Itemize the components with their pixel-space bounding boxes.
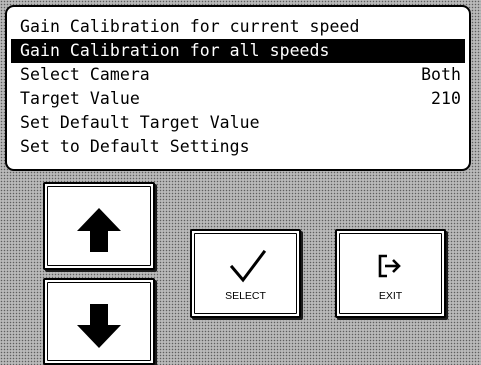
down-button[interactable] [43,278,155,365]
menu-item-label: Set Default Target Value [20,113,260,132]
select-label: SELECT [225,290,266,302]
menu-item-set-default-target[interactable]: Set Default Target Value [11,111,465,135]
menu-item-label: Gain Calibration for all speeds [20,41,330,60]
menu-item-label: Select Camera [20,65,150,84]
exit-label: EXIT [378,290,403,302]
menu-item-target-value[interactable]: Target Value 210 [11,87,465,111]
exit-icon [378,254,401,278]
settings-menu: Gain Calibration for current speed Gain … [11,15,465,159]
menu-item-label: Target Value [20,89,140,108]
up-button[interactable] [43,182,155,270]
exit-button[interactable]: EXIT [335,229,446,318]
arrow-down-icon [77,304,121,348]
menu-item-label: Gain Calibration for current speed [20,17,360,36]
menu-item-default-settings[interactable]: Set to Default Settings [11,135,465,159]
menu-item-value: Both [421,65,461,84]
select-button[interactable]: SELECT [190,229,301,318]
menu-item-label: Set to Default Settings [20,137,250,156]
lcd-screen: Gain Calibration for current speed Gain … [5,5,471,171]
checkmark-icon [229,249,267,283]
arrow-up-icon [77,208,121,252]
menu-item-value: 210 [431,89,461,108]
menu-item-gain-current-speed[interactable]: Gain Calibration for current speed [11,15,465,39]
menu-item-gain-all-speeds[interactable]: Gain Calibration for all speeds [11,39,465,63]
menu-item-select-camera[interactable]: Select Camera Both [11,63,465,87]
